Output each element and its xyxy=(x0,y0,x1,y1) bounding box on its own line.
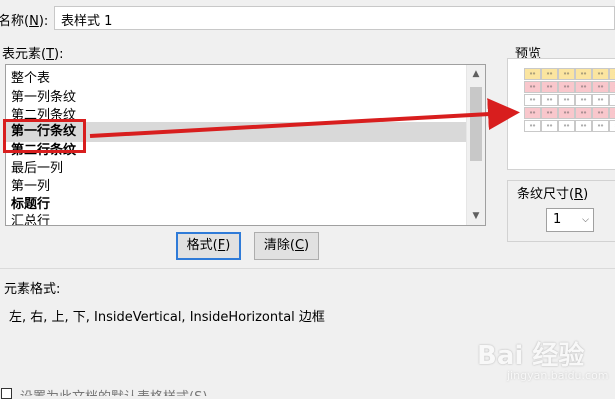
watermark-logo: Bai 经验 jingyan.baidu.com xyxy=(477,341,609,382)
